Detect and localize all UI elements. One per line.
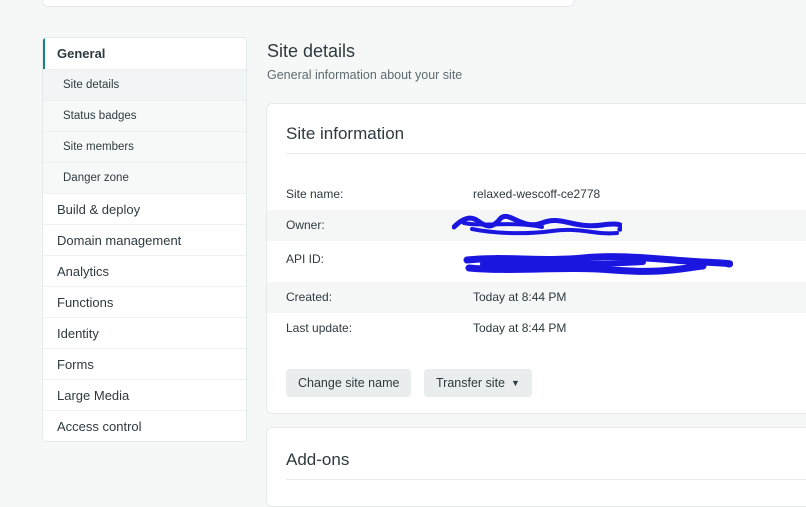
page-title: Site details — [267, 41, 356, 61]
change-site-name-button[interactable]: Change site name — [286, 369, 412, 397]
sidebar-item-access-control[interactable]: Access control — [43, 410, 246, 441]
site-information-card: Site information Site name: relaxed-wesc… — [266, 103, 806, 414]
created-value: Today at 8:44 PM — [473, 290, 567, 304]
last-update-value: Today at 8:44 PM — [473, 321, 567, 335]
addons-title: Add-ons — [286, 450, 350, 469]
page-subtitle: General information about your site — [267, 68, 463, 82]
site-name-value: relaxed-wescoff-ce2778 — [473, 187, 601, 201]
chevron-down-icon: ▼ — [511, 378, 520, 388]
transfer-site-label: Transfer site — [436, 376, 506, 390]
top-card — [42, 0, 575, 7]
sidebar-item-domain-management[interactable]: Domain management — [43, 224, 246, 255]
card-divider — [286, 153, 806, 154]
api-id-redaction — [463, 253, 733, 275]
sidebar-subitem-danger-zone[interactable]: Danger zone — [43, 162, 246, 193]
addons-divider — [286, 479, 806, 480]
owner-label: Owner: — [286, 218, 325, 232]
addons-card: Add-ons — [266, 427, 806, 507]
owner-row: Owner: — [267, 210, 806, 241]
api-id-label: API ID: — [286, 252, 325, 266]
transfer-site-button[interactable]: Transfer site ▼ — [424, 369, 532, 397]
settings-sidebar: General Site details Status badges Site … — [42, 37, 247, 442]
sidebar-item-functions[interactable]: Functions — [43, 286, 246, 317]
sidebar-item-analytics[interactable]: Analytics — [43, 255, 246, 286]
sidebar-item-large-media[interactable]: Large Media — [43, 379, 246, 410]
sidebar-subitem-site-members[interactable]: Site members — [43, 131, 246, 162]
sidebar-item-forms[interactable]: Forms — [43, 348, 246, 379]
created-row: Created: Today at 8:44 PM — [267, 282, 806, 313]
site-name-label: Site name: — [286, 187, 344, 201]
sidebar-subitem-status-badges[interactable]: Status badges — [43, 100, 246, 131]
site-name-row: Site name: relaxed-wescoff-ce2778 — [267, 179, 806, 210]
sidebar-item-general[interactable]: General — [43, 38, 246, 69]
last-update-label: Last update: — [286, 321, 353, 335]
api-id-row: API ID: — [267, 244, 806, 275]
sidebar-item-build-deploy[interactable]: Build & deploy — [43, 193, 246, 224]
card-title: Site information — [286, 124, 405, 143]
last-update-row: Last update: Today at 8:44 PM — [267, 313, 806, 344]
created-label: Created: — [286, 290, 333, 304]
sidebar-item-identity[interactable]: Identity — [43, 317, 246, 348]
owner-redaction — [452, 214, 622, 236]
sidebar-subitem-site-details[interactable]: Site details — [43, 69, 246, 100]
